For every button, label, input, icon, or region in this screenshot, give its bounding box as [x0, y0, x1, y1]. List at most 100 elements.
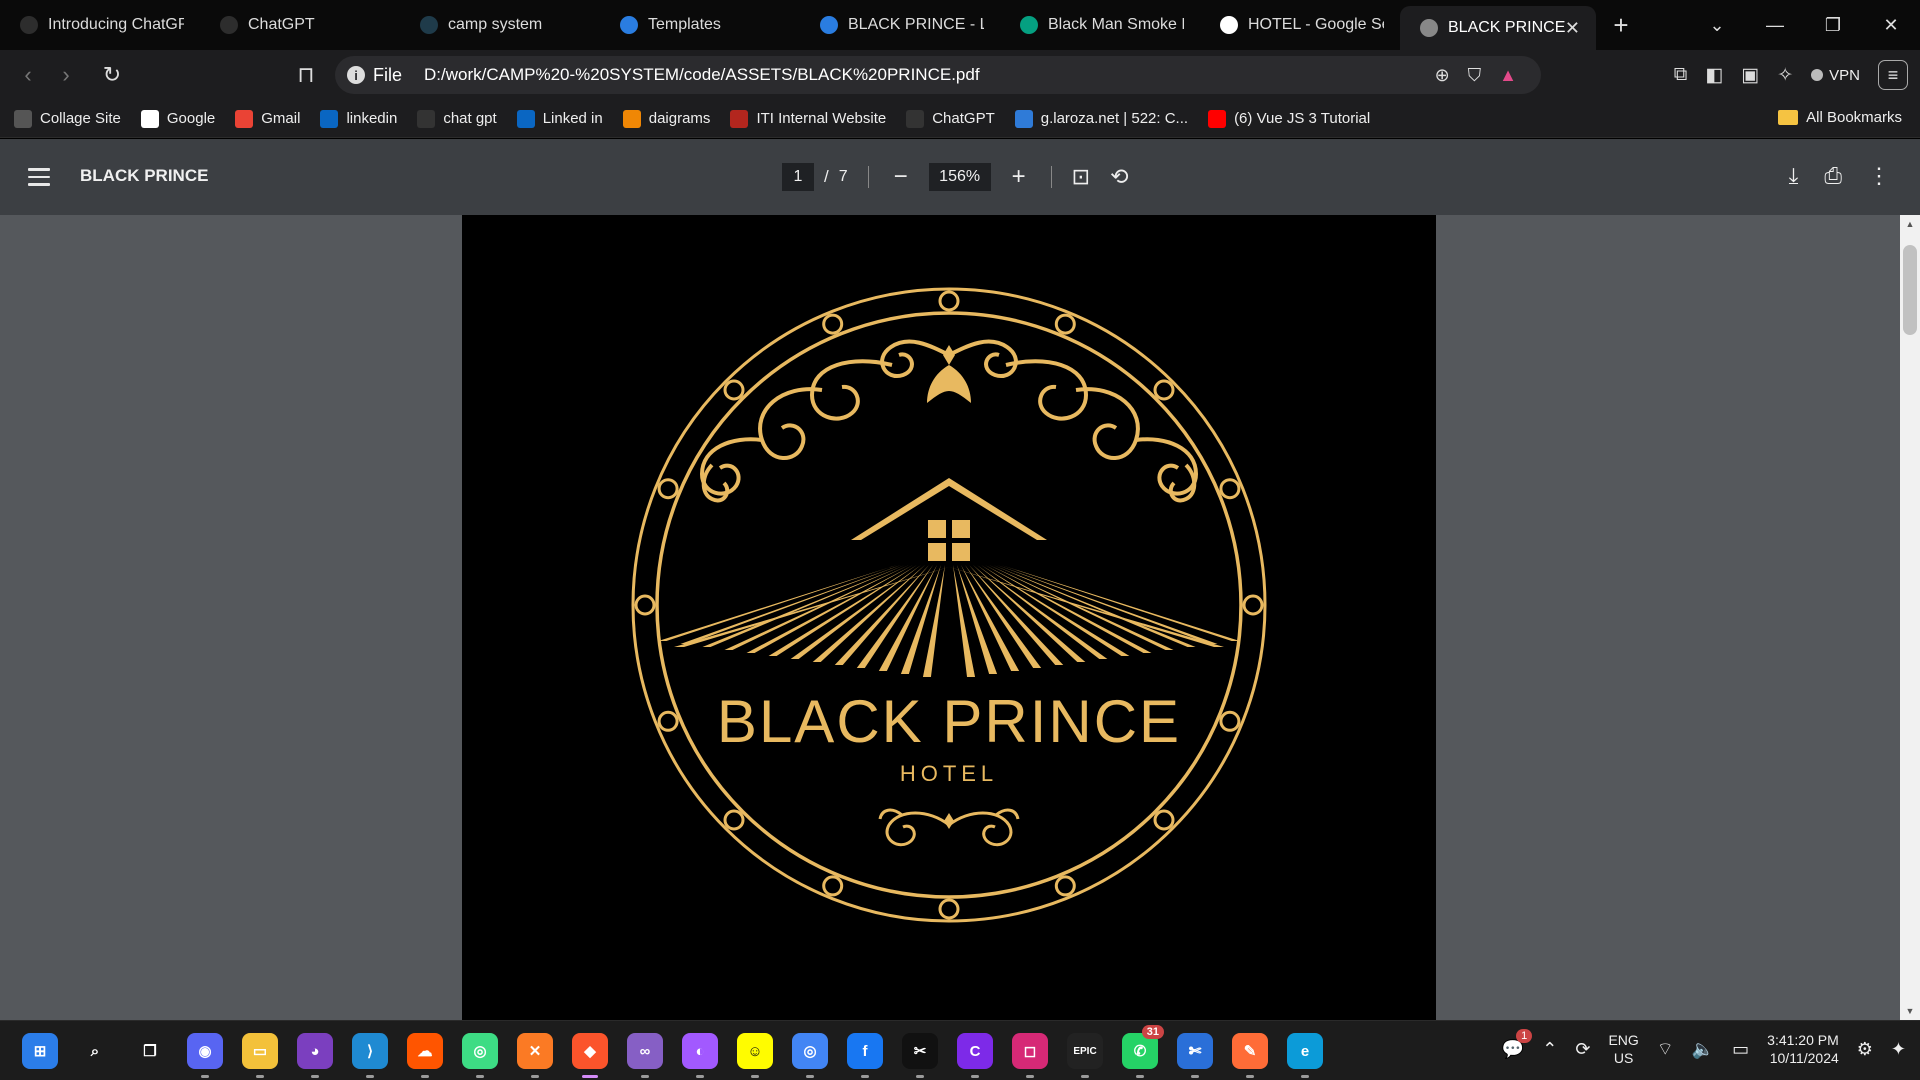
- bookmark-item[interactable]: chat gpt: [417, 109, 497, 128]
- epic-games-app[interactable]: EPIC: [1067, 1033, 1103, 1078]
- pdf-menu-icon[interactable]: [28, 168, 50, 191]
- bookmark-item[interactable]: daigrams: [622, 109, 710, 128]
- bookmark-item[interactable]: g.laroza.net | 522: C...: [1014, 109, 1188, 128]
- volume-icon[interactable]: 🔈: [1692, 1039, 1714, 1060]
- forward-icon[interactable]: ›: [48, 57, 84, 93]
- settings-gear-icon[interactable]: ⚙: [1857, 1039, 1873, 1060]
- visual-studio-app[interactable]: ∞: [627, 1033, 663, 1078]
- running-indicator: [1246, 1075, 1254, 1078]
- xampp-app[interactable]: ✕: [517, 1033, 553, 1078]
- tab-1[interactable]: Introducing ChatGPT: [0, 0, 200, 50]
- bookmark-label: (6) Vue JS 3 Tutorial: [1234, 110, 1371, 127]
- postman-app[interactable]: ✎: [1232, 1033, 1268, 1078]
- frame-scroll: [723, 379, 745, 401]
- restore-icon[interactable]: ❐: [1804, 0, 1862, 50]
- minimize-icon[interactable]: —: [1746, 0, 1804, 50]
- language-indicator[interactable]: ENG US: [1608, 1031, 1638, 1067]
- tab-3[interactable]: camp system: [400, 0, 600, 50]
- snapchat-app[interactable]: ☺: [737, 1033, 773, 1078]
- github-desktop-app[interactable]: ◕: [297, 1033, 333, 1078]
- tab-list-icon[interactable]: ⌄: [1688, 0, 1746, 50]
- reload-icon[interactable]: ↻: [94, 57, 130, 93]
- vpn-button[interactable]: VPN: [1811, 67, 1860, 84]
- frame-scroll: [657, 478, 679, 500]
- bookmark-item[interactable]: ITI Internal Website: [730, 109, 886, 128]
- extensions-icon[interactable]: ⧉: [1674, 64, 1688, 86]
- zoom-out-icon[interactable]: −: [889, 163, 913, 191]
- soundcloud-app[interactable]: ☁: [407, 1033, 443, 1078]
- chrome-app[interactable]: ◎: [792, 1033, 828, 1078]
- address-bar[interactable]: i File D:/work/CAMP%20-%20SYSTEM/code/AS…: [335, 56, 1541, 94]
- search-button[interactable]: ⌕: [77, 1033, 113, 1069]
- sidebar-icon[interactable]: ◧: [1705, 64, 1723, 87]
- more-options-icon[interactable]: ⋮: [1868, 163, 1890, 189]
- file-explorer-app[interactable]: ▭: [242, 1033, 278, 1078]
- clock[interactable]: 3:41:20 PM 10/11/2024: [1767, 1031, 1839, 1067]
- tab-2[interactable]: ChatGPT: [200, 0, 400, 50]
- instagram-app[interactable]: ◻: [1012, 1033, 1048, 1078]
- tab-7[interactable]: HOTEL - Google Sear: [1200, 0, 1400, 50]
- back-icon[interactable]: ‹: [10, 57, 46, 93]
- capcut-app[interactable]: ✂: [902, 1033, 938, 1078]
- new-tab-button[interactable]: +: [1596, 0, 1646, 50]
- pdf-toolbar: BLACK PRINCE 1 / 7 − 156% + ⊡ ⟲ ⤓ ⎙ ⋮: [0, 139, 1920, 215]
- copilot-icon[interactable]: ✦: [1891, 1039, 1906, 1060]
- task-view-button[interactable]: ❐: [132, 1033, 168, 1069]
- current-page-input[interactable]: 1: [782, 163, 814, 191]
- fit-page-icon[interactable]: ⊡: [1072, 164, 1090, 190]
- bookmark-item[interactable]: ChatGPT: [906, 109, 995, 128]
- brave-app[interactable]: ◆: [572, 1033, 608, 1078]
- info-icon[interactable]: i: [347, 66, 365, 84]
- edge-app[interactable]: e: [1287, 1033, 1323, 1078]
- logo-title: BLACK PRINCE: [717, 688, 1181, 755]
- vscode-app[interactable]: ⟩: [352, 1033, 388, 1078]
- bookmark-page-icon[interactable]: ⊓: [288, 57, 324, 93]
- bookmark-item[interactable]: Google: [140, 109, 215, 128]
- battery-icon[interactable]: ▭: [1732, 1039, 1749, 1060]
- browser-menu-icon[interactable]: ≡: [1878, 60, 1908, 90]
- rotate-icon[interactable]: ⟲: [1110, 164, 1128, 190]
- zoom-in-icon[interactable]: +: [1007, 163, 1031, 191]
- leo-ai-icon[interactable]: ✧: [1777, 64, 1793, 87]
- frame-scroll: [822, 875, 844, 897]
- download-icon[interactable]: ⤓: [1789, 163, 1799, 189]
- chat-icon[interactable]: 💬 1: [1502, 1028, 1533, 1060]
- bookmark-item[interactable]: linkedin: [320, 109, 397, 128]
- zoom-input[interactable]: 156%: [928, 163, 991, 191]
- bookmark-item[interactable]: Linked in: [516, 109, 603, 128]
- snipping-tool-app[interactable]: ✄: [1177, 1033, 1213, 1078]
- tab-8[interactable]: BLACK PRINCE ✕: [1400, 6, 1596, 50]
- brave-rewards-icon[interactable]: ▲: [1499, 65, 1517, 86]
- start-button[interactable]: ⊞: [22, 1033, 58, 1069]
- print-icon[interactable]: ⎙: [1824, 163, 1842, 189]
- close-window-icon[interactable]: ✕: [1862, 0, 1920, 50]
- facebook-app[interactable]: f: [847, 1033, 883, 1078]
- discord-app[interactable]: ◉: [187, 1033, 223, 1078]
- tab-6[interactable]: Black Man Smoke Ph: [1000, 0, 1200, 50]
- zoom-icon[interactable]: ⊕: [1435, 65, 1450, 86]
- url-text[interactable]: D:/work/CAMP%20-%20SYSTEM/code/ASSETS/BL…: [424, 65, 980, 85]
- canva-app[interactable]: C: [957, 1033, 993, 1078]
- android-studio-app[interactable]: ◎: [462, 1033, 498, 1078]
- bookmark-item[interactable]: (6) Vue JS 3 Tutorial: [1208, 109, 1371, 128]
- chevron-up-icon[interactable]: ⌃: [1542, 1039, 1557, 1060]
- figma-app[interactable]: ◐: [682, 1033, 718, 1078]
- all-bookmarks-button[interactable]: All Bookmarks: [1778, 109, 1902, 126]
- sunburst-ray: [953, 565, 976, 677]
- tab-5[interactable]: BLACK PRINCE - Logo: [800, 0, 1000, 50]
- close-tab-icon[interactable]: ✕: [1565, 18, 1580, 39]
- sync-icon[interactable]: ⟳: [1575, 1039, 1590, 1060]
- scroll-down-icon[interactable]: ▼: [1900, 1002, 1920, 1020]
- tab-label: BLACK PRINCE: [1448, 19, 1565, 36]
- wifi-icon[interactable]: ⌔: [1657, 1038, 1674, 1061]
- pdf-scrollbar[interactable]: ▲ ▼: [1900, 215, 1920, 1020]
- bookmark-item[interactable]: Gmail: [235, 109, 300, 128]
- scroll-thumb[interactable]: [1903, 245, 1917, 335]
- brave-shields-icon[interactable]: ⛉: [1468, 65, 1482, 86]
- wallet-icon[interactable]: ▣: [1741, 64, 1759, 87]
- scroll-up-icon[interactable]: ▲: [1900, 215, 1920, 233]
- pdf-viewport[interactable]: BLACK PRINCE HOTEL ▲ ▼: [0, 215, 1920, 1020]
- bookmark-item[interactable]: Collage Site: [14, 109, 121, 128]
- whatsapp-app[interactable]: ✆ 31: [1122, 1025, 1164, 1078]
- tab-4[interactable]: Templates: [600, 0, 800, 50]
